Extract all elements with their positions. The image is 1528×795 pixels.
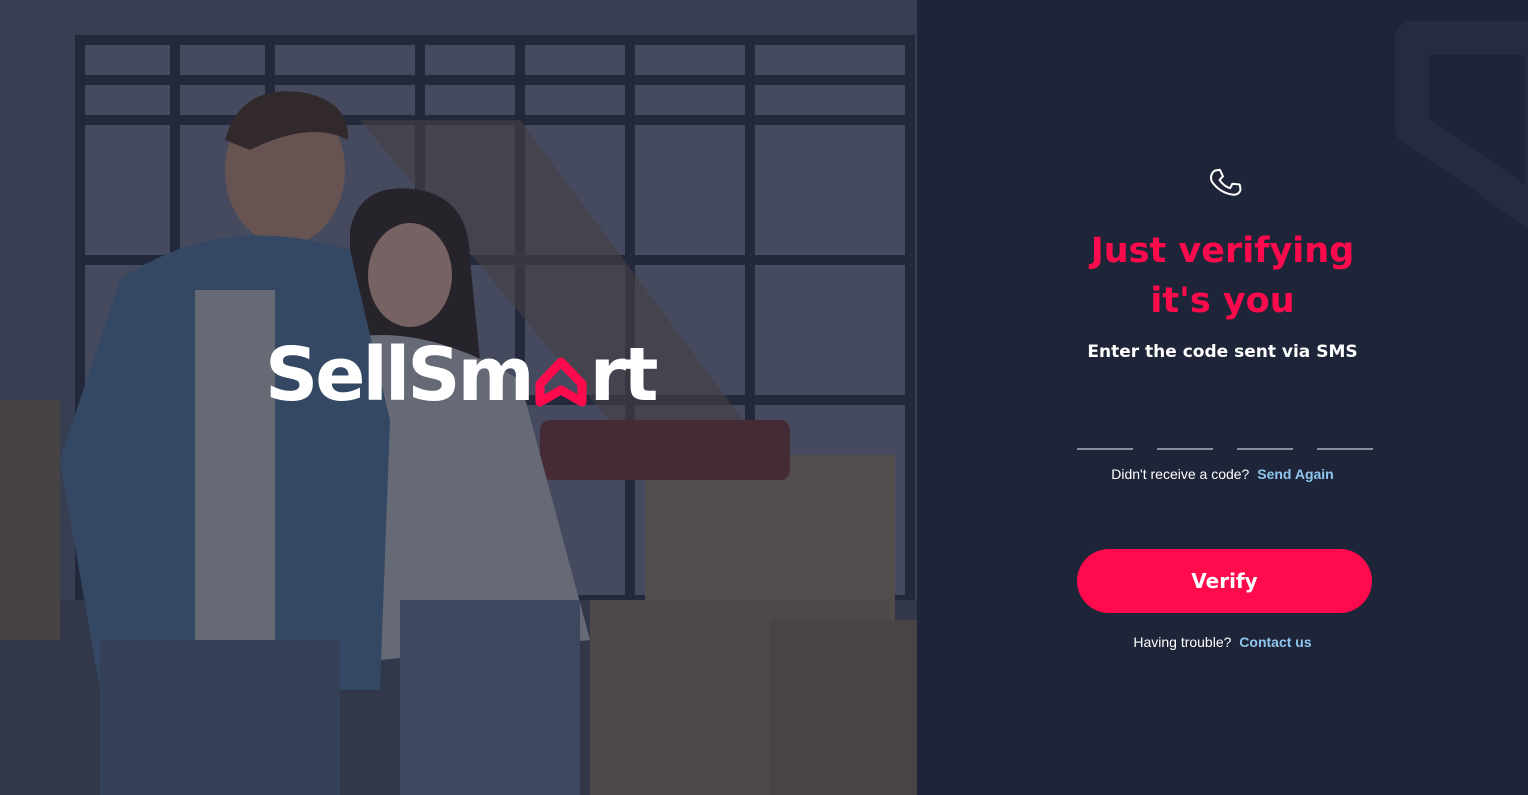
title-line-1: Just verifying [1090, 231, 1355, 271]
verification-page: SellSm rt Just verifying it's you Enter … [0, 0, 1528, 795]
title-line-2: it's you [1150, 281, 1295, 321]
send-again-link[interactable]: Send Again [1257, 466, 1334, 482]
page-title: Just verifying it's you [917, 226, 1528, 326]
hero-image-panel: SellSm rt [0, 0, 917, 795]
phone-icon [1210, 168, 1242, 196]
help-row: Having trouble? Contact us [917, 634, 1528, 650]
resend-row: Didn't receive a code? Send Again [917, 466, 1528, 482]
verification-panel: Just verifying it's you Enter the code s… [917, 0, 1528, 795]
code-digit-2[interactable] [1157, 412, 1213, 450]
resend-prompt: Didn't receive a code? [1111, 466, 1250, 482]
logo-text-suffix: rt [589, 332, 659, 418]
verify-button[interactable]: Verify [1077, 549, 1372, 613]
brand-watermark-icon [1395, 21, 1528, 228]
code-digit-3[interactable] [1237, 412, 1293, 450]
help-prompt: Having trouble? [1133, 634, 1232, 650]
sellsmart-logo: SellSm rt [265, 332, 659, 418]
code-input-group [1077, 412, 1373, 450]
code-digit-1[interactable] [1077, 412, 1133, 450]
heart-house-icon [535, 357, 587, 407]
code-digit-4[interactable] [1317, 412, 1373, 450]
logo-text-prefix: SellSm [265, 332, 535, 418]
instruction-text: Enter the code sent via SMS [1087, 342, 1358, 362]
contact-us-link[interactable]: Contact us [1239, 634, 1311, 650]
